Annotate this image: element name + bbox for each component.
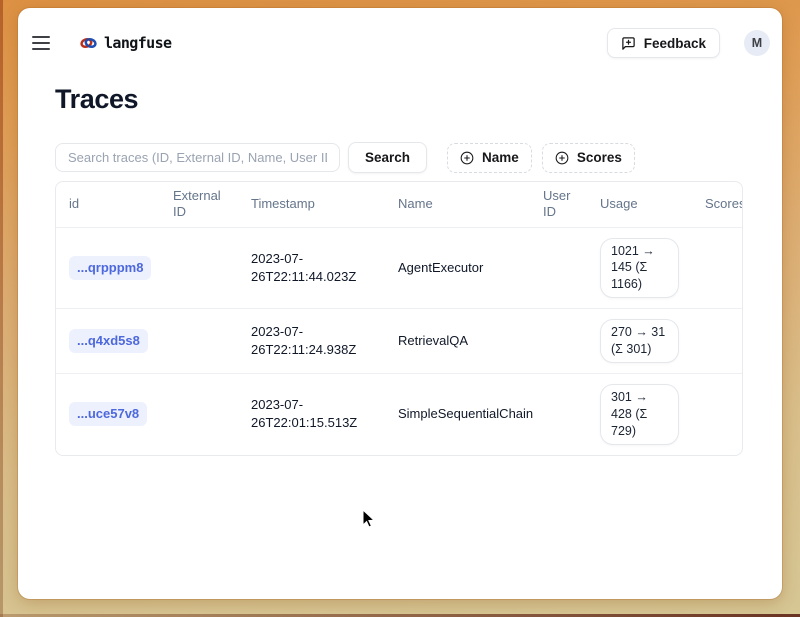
usage-badge: 270 → 31 (Σ 301) <box>600 319 679 363</box>
topbar: langfuse Feedback M <box>18 8 782 60</box>
usage-badge: 301 → 428 (Σ 729) <box>600 384 679 445</box>
hamburger-icon <box>32 36 50 38</box>
column-header-scores: Scores <box>692 182 743 227</box>
langfuse-logo-icon <box>80 36 97 50</box>
external-id-cell <box>160 228 238 309</box>
column-header-name: Name <box>385 182 530 227</box>
plus-circle-icon <box>555 151 569 165</box>
message-square-plus-icon <box>621 36 636 51</box>
scores-cell <box>692 309 742 373</box>
avatar[interactable]: M <box>744 30 770 56</box>
trace-id-cell: ...uce57v8 <box>56 374 160 455</box>
table-row[interactable]: ...qrpppm8 2023-07-26T22:11:44.023Z Agen… <box>56 227 742 309</box>
menu-button[interactable] <box>32 32 56 54</box>
external-id-cell <box>160 309 238 373</box>
timestamp-cell: 2023-07-26T22:11:44.023Z <box>238 228 385 309</box>
trace-id-link[interactable]: ...uce57v8 <box>69 402 147 426</box>
table-row[interactable]: ...q4xd5s8 2023-07-26T22:11:24.938Z Retr… <box>56 308 742 373</box>
page-title: Traces <box>55 84 743 115</box>
timestamp-cell: 2023-07-26T22:11:24.938Z <box>238 309 385 373</box>
external-id-cell <box>160 374 238 455</box>
filter-scores-button[interactable]: Scores <box>542 143 635 173</box>
filter-name-button[interactable]: Name <box>447 143 532 173</box>
main-content: Traces Search Name <box>18 84 782 456</box>
trace-id-cell: ...qrpppm8 <box>56 228 160 309</box>
name-cell: SimpleSequentialChain <box>385 374 530 455</box>
usage-cell: 301 → 428 (Σ 729) <box>587 374 692 455</box>
search-toolbar: Search Name Scores <box>55 142 743 173</box>
usage-cell: 270 → 31 (Σ 301) <box>587 309 692 373</box>
brand[interactable]: langfuse <box>80 34 171 52</box>
column-header-timestamp: Timestamp <box>238 182 385 227</box>
traces-table: id External ID Timestamp Name User ID Us… <box>55 181 743 456</box>
plus-circle-icon <box>460 151 474 165</box>
usage-badge: 1021 → 145 (Σ 1166) <box>600 238 679 299</box>
name-cell: RetrievalQA <box>385 309 530 373</box>
trace-id-cell: ...q4xd5s8 <box>56 309 160 373</box>
column-header-user-id: User ID <box>530 182 587 227</box>
topbar-left: langfuse <box>32 32 171 54</box>
user-id-cell <box>530 309 587 373</box>
table-row[interactable]: ...uce57v8 2023-07-26T22:01:15.513Z Simp… <box>56 373 742 455</box>
column-header-usage: Usage <box>587 182 692 227</box>
user-id-cell <box>530 228 587 309</box>
search-button[interactable]: Search <box>348 142 427 173</box>
filter-scores-label: Scores <box>577 150 622 165</box>
brand-name: langfuse <box>104 34 171 52</box>
topbar-right: Feedback M <box>607 28 770 58</box>
filter-name-label: Name <box>482 150 519 165</box>
user-id-cell <box>530 374 587 455</box>
scores-cell <box>692 228 742 309</box>
app-window: langfuse Feedback M Traces <box>18 8 782 599</box>
usage-cell: 1021 → 145 (Σ 1166) <box>587 228 692 309</box>
column-header-id: id <box>56 182 160 227</box>
timestamp-cell: 2023-07-26T22:01:15.513Z <box>238 374 385 455</box>
frame-left-edge <box>0 0 3 617</box>
desktop-background: langfuse Feedback M Traces <box>0 0 800 617</box>
name-cell: AgentExecutor <box>385 228 530 309</box>
table-header-row: id External ID Timestamp Name User ID Us… <box>56 182 742 227</box>
scores-cell <box>692 374 742 455</box>
search-input[interactable] <box>55 143 340 172</box>
column-header-external-id: External ID <box>160 182 238 227</box>
trace-id-link[interactable]: ...q4xd5s8 <box>69 329 148 353</box>
feedback-button-label: Feedback <box>644 36 706 51</box>
trace-id-link[interactable]: ...qrpppm8 <box>69 256 151 280</box>
feedback-button[interactable]: Feedback <box>607 28 720 58</box>
